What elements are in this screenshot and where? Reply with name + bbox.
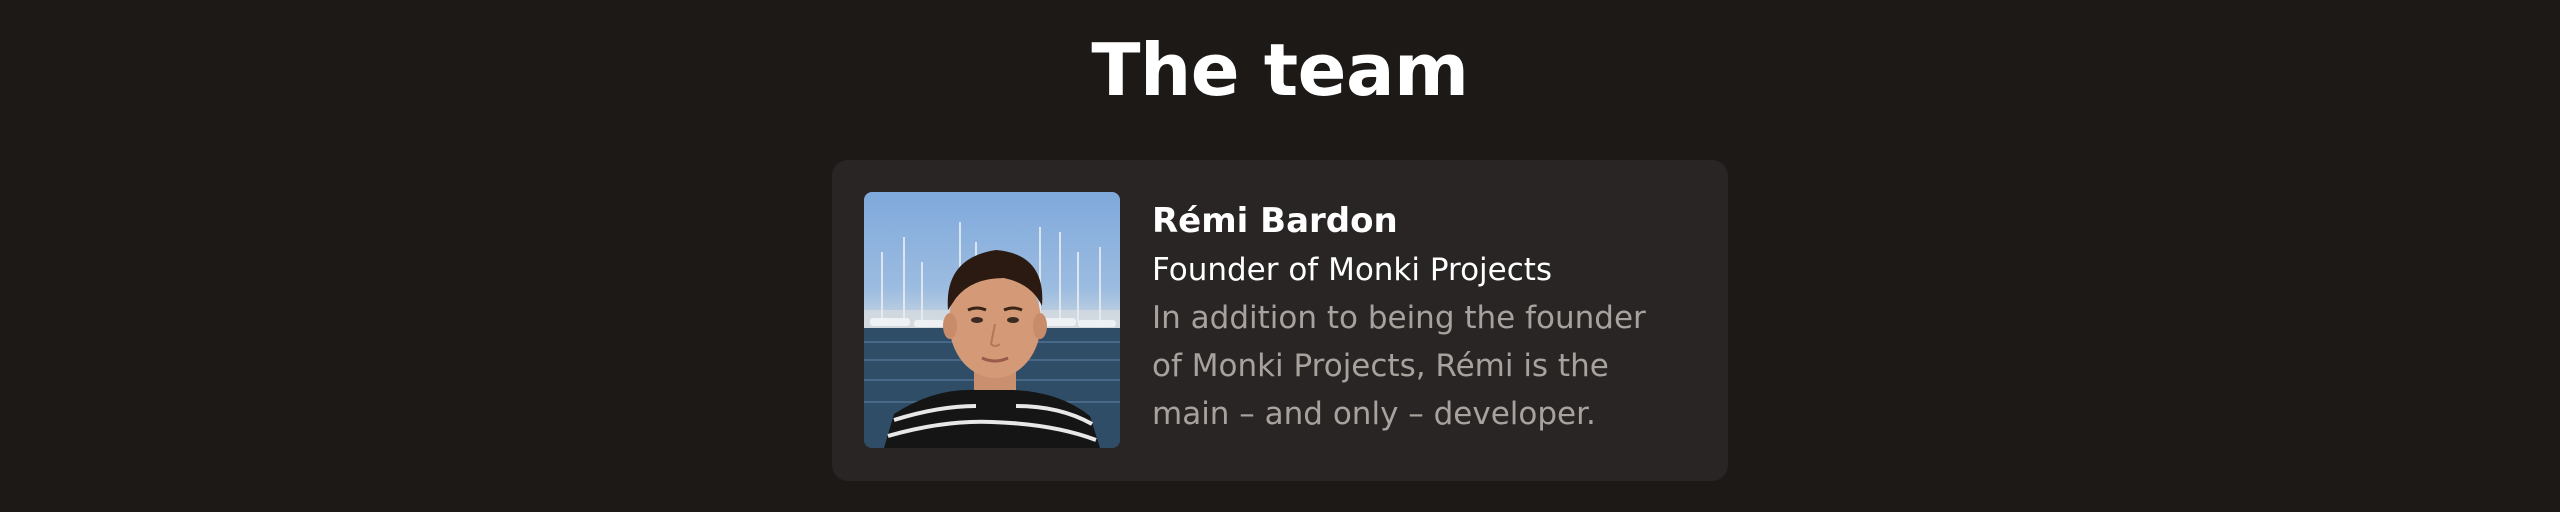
member-info: Rémi Bardon Founder of Monki Projects In… xyxy=(1152,198,1672,438)
section-title: The team xyxy=(1091,28,1469,112)
team-member-card: Rémi Bardon Founder of Monki Projects In… xyxy=(832,160,1728,481)
member-bio: In addition to being the founder of Monk… xyxy=(1152,300,1646,432)
portrait-illustration xyxy=(864,222,1120,448)
member-photo xyxy=(864,192,1120,448)
member-role: Founder of Monki Projects xyxy=(1152,252,1553,288)
member-name: Rémi Bardon xyxy=(1152,201,1398,241)
